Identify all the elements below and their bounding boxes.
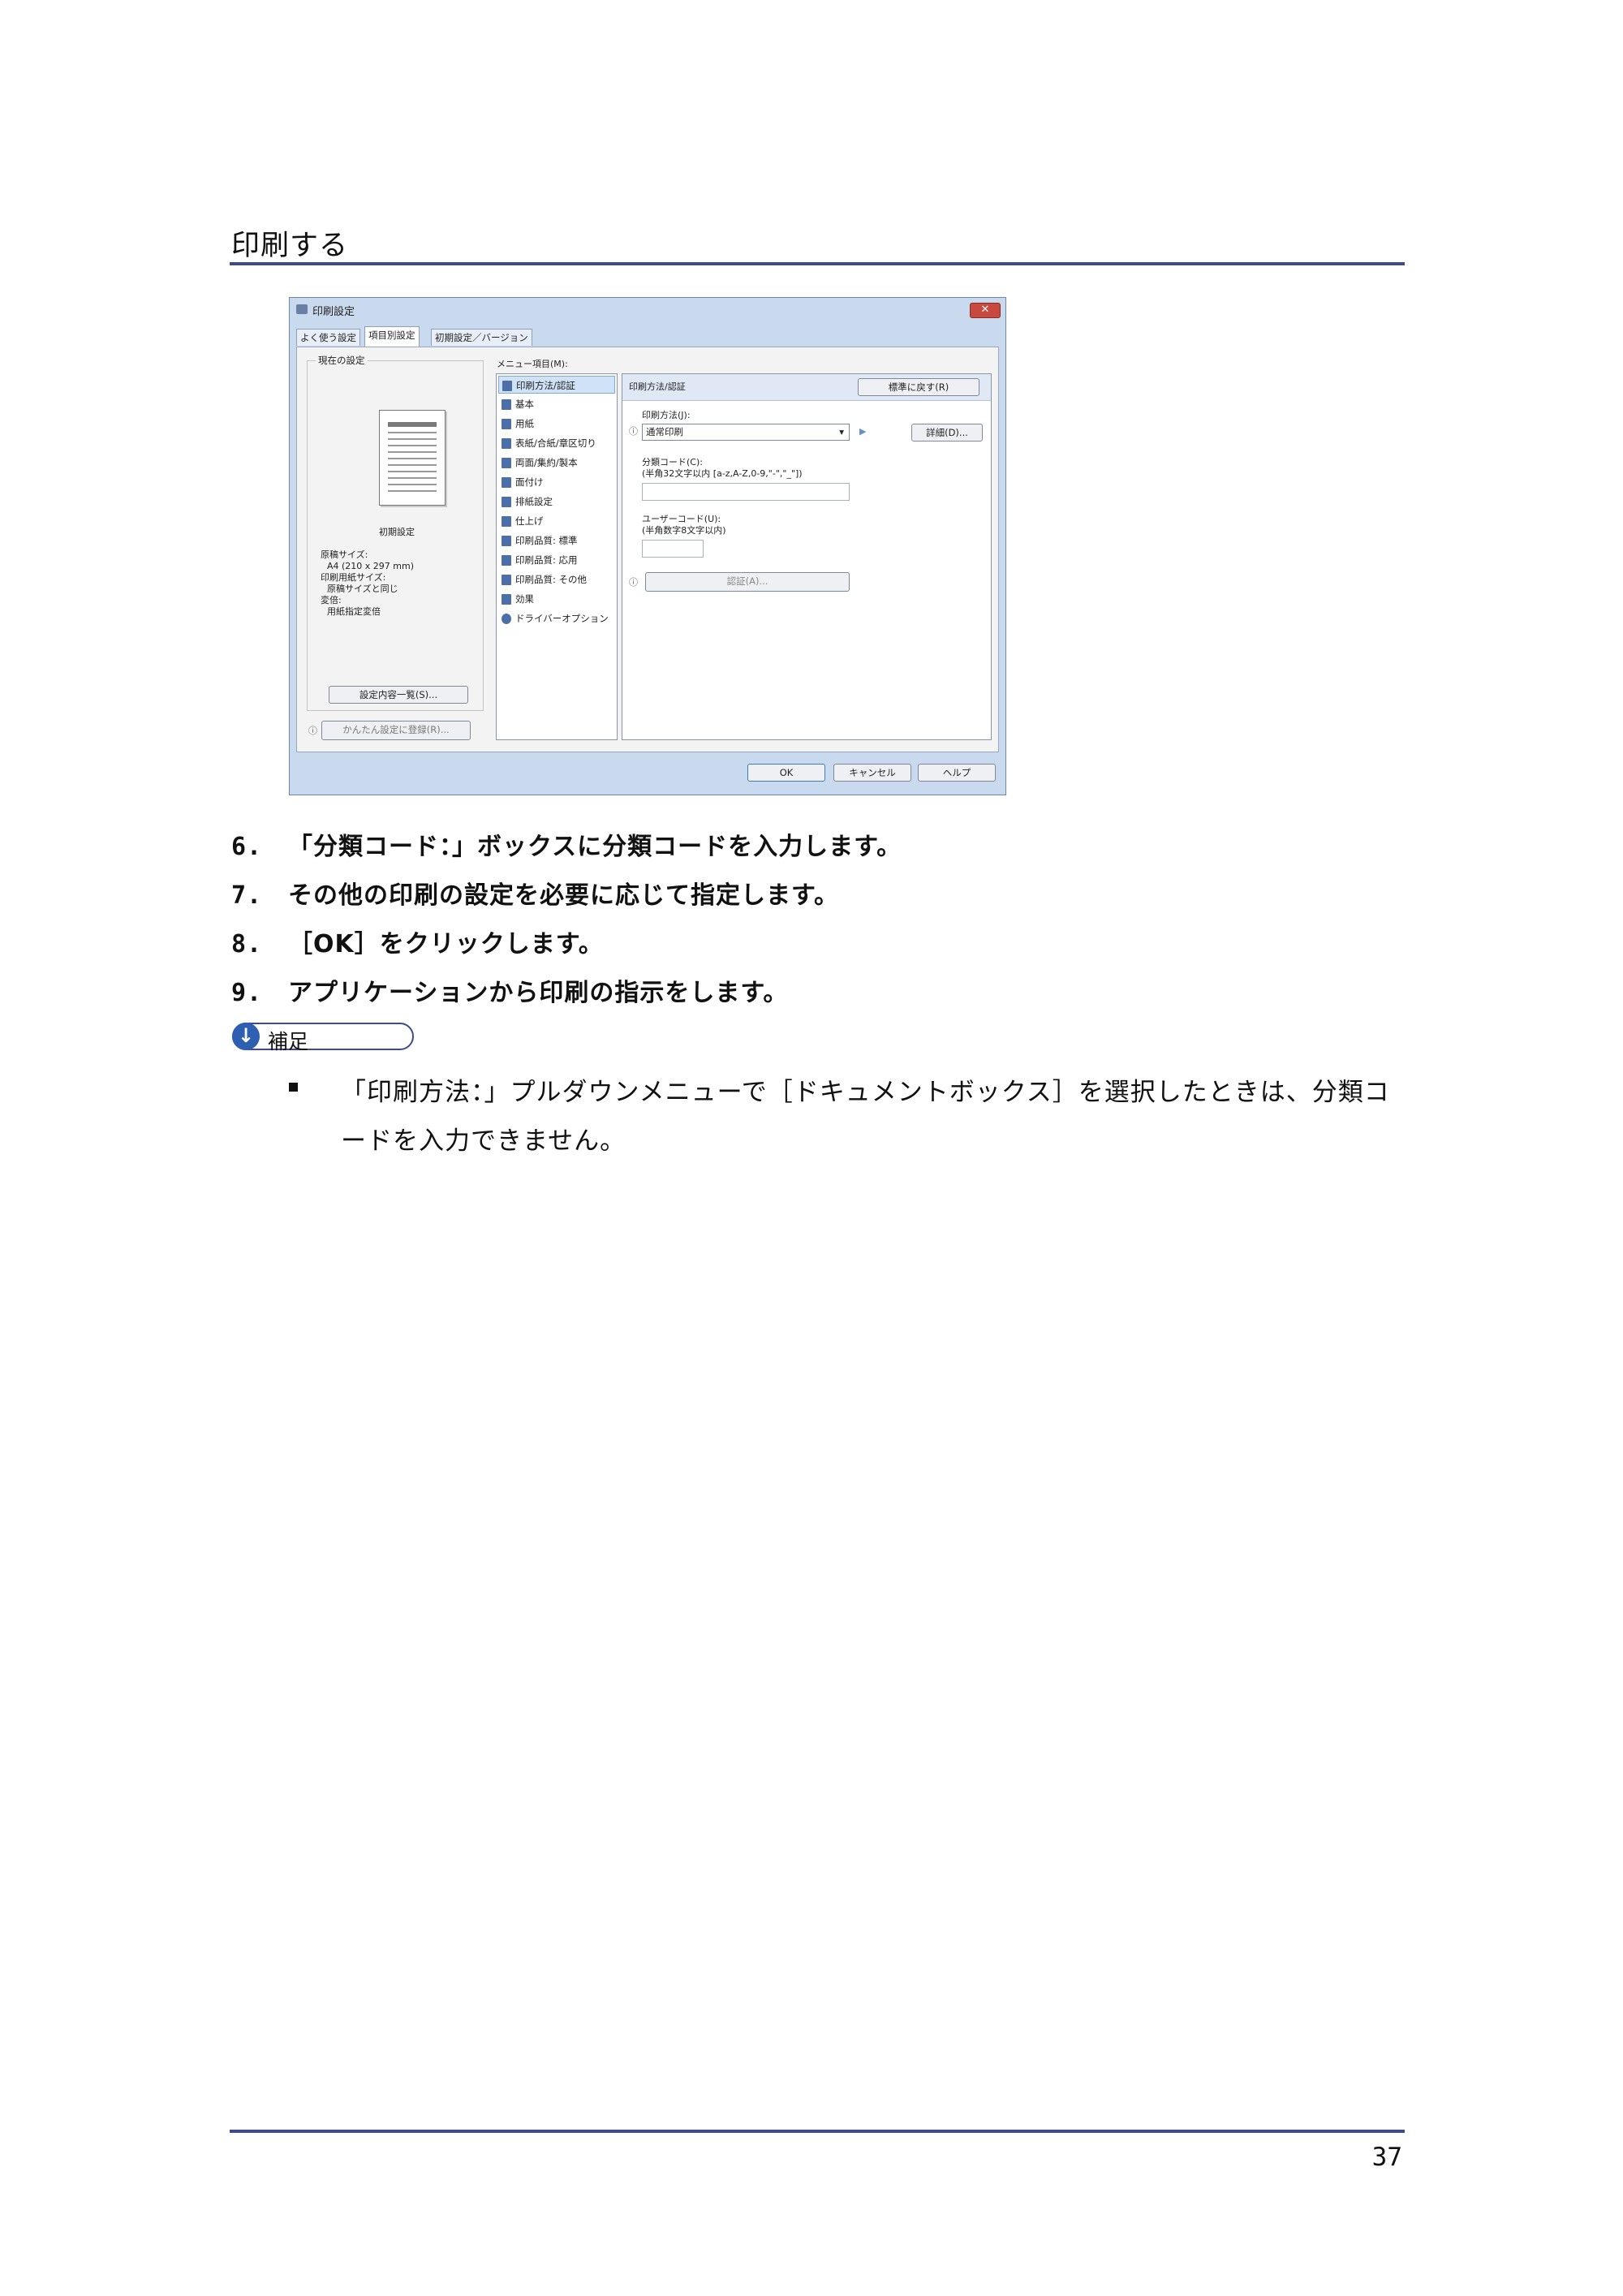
register-easy-settings-button[interactable]: かんたん設定に登録(R)... [321, 721, 471, 740]
page-number: 37 [1371, 2143, 1402, 2172]
current-settings-label: 現在の設定 [316, 354, 368, 367]
info-line: 原稿サイズと同じ [327, 584, 398, 594]
info-line: 原稿サイズ: [321, 549, 368, 560]
info-icon: ⓘ [629, 577, 638, 588]
footer-rule [230, 2130, 1405, 2133]
gear-icon [502, 614, 511, 624]
bullet-icon [289, 1083, 298, 1092]
printer-icon [296, 304, 308, 314]
panel-header-title: 印刷方法/認証 [629, 381, 686, 392]
info-line: 印刷用紙サイズ: [321, 572, 386, 583]
menu-item-effects[interactable]: 効果 [498, 590, 615, 608]
info-line: 変倍: [321, 595, 342, 605]
print-settings-dialog: 印刷設定 ✕ よく使う設定 項目別設定 初期設定／バージョン 現在の設定 初期設 [289, 297, 1006, 795]
settings-list-button[interactable]: 設定内容一覧(S)... [329, 686, 468, 704]
user-code-input[interactable] [642, 540, 704, 558]
reset-default-button[interactable]: 標準に戻す(R) [858, 378, 979, 396]
quality-icon [502, 575, 511, 585]
tab-detailed-settings[interactable]: 項目別設定 [364, 326, 420, 347]
arrow-right-icon: ▶ [859, 426, 867, 437]
output-tray-icon [502, 497, 511, 507]
note-text: 「印刷方法：」プルダウンメニューで［ドキュメントボックス］を選択したときは、分類… [341, 1078, 1390, 1156]
menu-item-paper[interactable]: 用紙 [498, 415, 615, 433]
tab-favorites[interactable]: よく使う設定 [296, 329, 360, 346]
paper-icon [502, 419, 511, 429]
menu-item-cover[interactable]: 表紙/合紙/章区切り [498, 434, 615, 452]
note-label: 補足 [268, 1030, 309, 1053]
menu-item-basic[interactable]: 基本 [498, 395, 615, 413]
step-item: 9. アプリケーションから印刷の指示をします。 [231, 979, 789, 1007]
menu-item-duplex[interactable]: 両面/集約/製本 [498, 454, 615, 472]
settings-panel: 印刷方法/認証 標準に戻す(R) 印刷方法(J): ⓘ 通常印刷 ▾ ▶ 詳細(… [622, 373, 992, 740]
cancel-button[interactable]: キャンセル [833, 764, 911, 782]
current-settings-group: 現在の設定 初期設定 原稿サイズ: A4 (210 x 297 mm) 印刷用紙… [307, 354, 484, 711]
step-item: 8. ［OK］をクリックします。 [231, 930, 604, 958]
note-badge: ↓ 補足 [232, 1023, 414, 1053]
imposition-icon [502, 477, 511, 488]
menu-items-list: 印刷方法/認証 基本 用紙 表紙/合紙/章区切り 両面/集約/製本 面付け 排紙… [496, 373, 618, 740]
arrow-down-icon: ↓ [232, 1023, 260, 1050]
preview-caption: 初期設定 [379, 527, 415, 537]
user-code-label: ユーザーコード(U): [642, 514, 721, 524]
info-icon: ⓘ [629, 426, 638, 437]
cover-icon [502, 438, 511, 449]
panel-header: 印刷方法/認証 標準に戻す(R) [622, 374, 991, 401]
menu-item-finishing[interactable]: 仕上げ [498, 512, 615, 530]
page-section-title: 印刷する [231, 230, 349, 262]
print-method-icon [502, 381, 512, 391]
document-icon [502, 399, 511, 410]
quality-icon [502, 536, 511, 546]
step-item: 7. その他の印刷の設定を必要に応じて指定します。 [231, 881, 839, 910]
menu-item-quality-other[interactable]: 印刷品質: その他 [498, 571, 615, 588]
menu-item-quality-standard[interactable]: 印刷品質: 標準 [498, 532, 615, 549]
user-code-hint: (半角数字8文字以内) [642, 525, 726, 536]
menu-item-quality-advanced[interactable]: 印刷品質: 応用 [498, 551, 615, 569]
class-code-input[interactable] [642, 483, 850, 501]
tab-initial-settings[interactable]: 初期設定／バージョン [431, 329, 532, 346]
auth-button[interactable]: 認証(A)... [645, 572, 850, 592]
close-button[interactable]: ✕ [970, 303, 1001, 318]
dialog-title: 印刷設定 [312, 306, 355, 318]
effects-icon [502, 594, 511, 605]
menu-item-print-method[interactable]: 印刷方法/認証 [498, 376, 615, 394]
print-method-value: 通常印刷 [646, 426, 683, 437]
chevron-down-icon: ▾ [839, 426, 844, 437]
dialog-body: 現在の設定 初期設定 原稿サイズ: A4 (210 x 297 mm) 印刷用紙… [296, 347, 999, 752]
finishing-icon [502, 516, 511, 527]
info-line: 用紙指定変倍 [327, 606, 381, 617]
header-rule [230, 262, 1405, 265]
help-button[interactable]: ヘルプ [918, 764, 996, 782]
info-icon: ⓘ [308, 726, 317, 736]
ok-button[interactable]: OK [747, 764, 825, 782]
class-code-label: 分類コード(C): [642, 457, 703, 467]
menu-item-driver-options[interactable]: ドライバーオプション [498, 610, 615, 627]
details-button[interactable]: 詳細(D)... [911, 424, 983, 442]
paper-preview [379, 410, 446, 506]
duplex-icon [502, 458, 511, 468]
class-code-hint: (半角32文字以内 [a-z,A-Z,0-9,"-","_"]) [642, 468, 803, 479]
menu-item-imposition[interactable]: 面付け [498, 473, 615, 491]
step-item: 6. 「分類コード：」ボックスに分類コードを入力します。 [231, 833, 902, 861]
menu-item-output[interactable]: 排紙設定 [498, 493, 615, 510]
print-method-label: 印刷方法(J): [642, 410, 691, 420]
quality-icon [502, 555, 511, 566]
info-line: A4 (210 x 297 mm) [327, 561, 415, 571]
menu-items-label: メニュー項目(M): [497, 359, 568, 369]
print-method-select[interactable]: 通常印刷 ▾ [642, 424, 850, 441]
